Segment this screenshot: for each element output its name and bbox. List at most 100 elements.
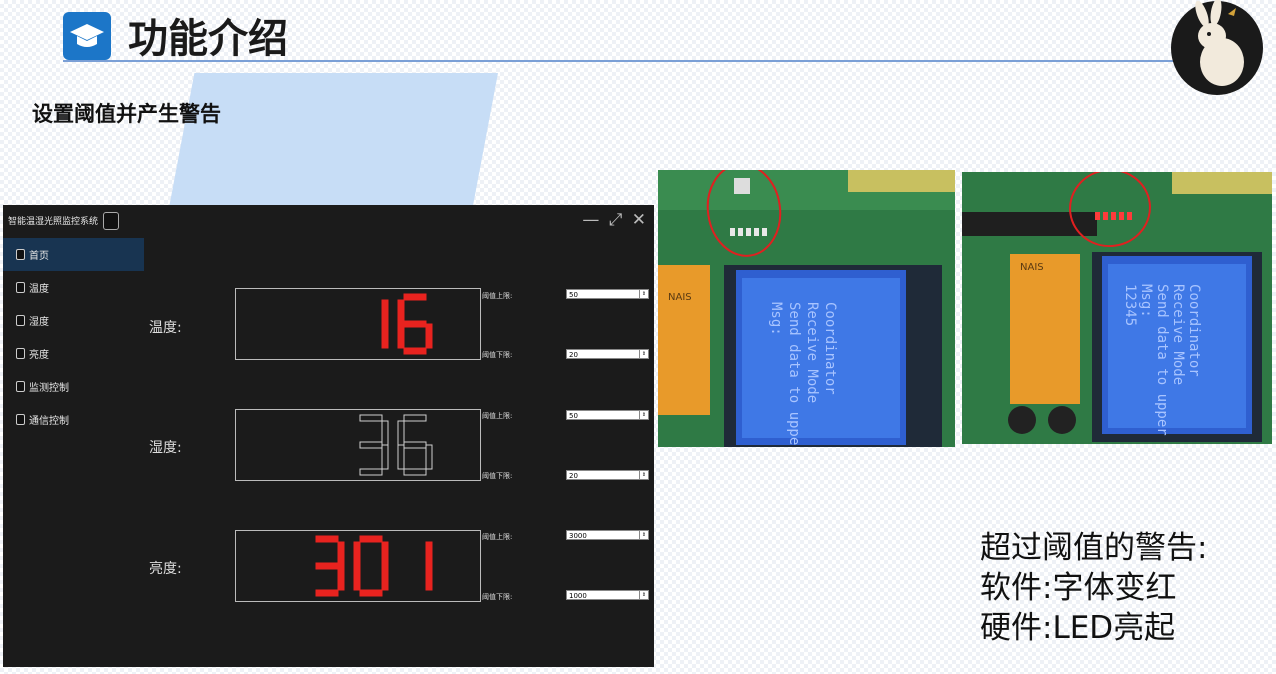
app-window-title: 智能温湿光照监控系统: [8, 217, 99, 227]
spin-arrows-icon[interactable]: ⇕: [639, 591, 648, 599]
caption-line-1: 超过阈值的警告:: [980, 530, 1208, 566]
sidebar-item-home[interactable]: 首页: [3, 238, 144, 271]
lcd-segment: [381, 420, 389, 446]
sidebar-item-monitor-control[interactable]: 监测控制: [3, 370, 144, 403]
sidebar-item-humidity[interactable]: 湿度: [3, 304, 144, 337]
temperature-lower-input[interactable]: 20 ⇕: [566, 349, 649, 359]
lcd-segment: [337, 541, 345, 567]
app-logo-icon: [16, 414, 25, 425]
lcd-line-1: Coordinator: [1186, 284, 1202, 377]
lcd-segment: [353, 541, 361, 567]
sidebar-item-label: 湿度: [29, 317, 49, 328]
lcd-segment: [397, 299, 405, 325]
caption-line-3: 硬件:LED亮起: [980, 610, 1176, 646]
humidity-upper-input[interactable]: 50 ⇕: [566, 410, 649, 420]
sidebar-item-temperature[interactable]: 温度: [3, 271, 144, 304]
spin-value: 50: [569, 291, 578, 299]
lcd-segment: [359, 414, 383, 422]
lcd-segment: [359, 589, 383, 597]
lcd-line-5: 12345: [1122, 284, 1138, 326]
lcd-segment: [397, 420, 405, 446]
title-divider: [63, 60, 1213, 62]
brightness-lcd: [235, 530, 481, 602]
app-logo-icon: [16, 348, 25, 359]
sidebar-item-label: 亮度: [29, 350, 49, 361]
humidity-lower-input[interactable]: 20 ⇕: [566, 470, 649, 480]
app-logo-icon: [103, 212, 119, 230]
app-titlebar: 智能温湿光照监控系统 — ⤢ ✕: [3, 205, 654, 237]
graduation-cap-icon: [63, 12, 111, 60]
spin-value: 1000: [569, 592, 587, 600]
lcd-segment: [403, 320, 427, 328]
app-logo-icon: [16, 249, 25, 260]
spin-arrows-icon[interactable]: ⇕: [639, 471, 648, 479]
relay-label: NAIS: [668, 292, 692, 303]
humidity-label: 湿度:: [149, 440, 182, 456]
hardware-photo-led-on: Coordinator Receive Mode Send data to up…: [962, 172, 1272, 444]
humidity-upper-label: 阈值上限:: [482, 412, 513, 420]
lcd-segment: [315, 589, 339, 597]
lcd-line-4: Msg:: [1138, 284, 1154, 318]
brightness-lcd-digits: [315, 535, 433, 597]
rabbit-logo-icon: [1166, 0, 1268, 96]
temperature-label: 温度:: [149, 320, 182, 336]
temperature-lower-label: 阈值下限:: [482, 351, 513, 359]
sidebar-item-comm-control[interactable]: 通信控制: [3, 403, 144, 436]
sidebar-item-brightness[interactable]: 亮度: [3, 337, 144, 370]
sidebar-item-label: 通信控制: [29, 416, 69, 427]
window-controls[interactable]: — ⤢ ✕: [582, 210, 648, 230]
caption-line-2: 软件:字体变红: [980, 570, 1177, 606]
lcd-segment: [403, 347, 427, 355]
section-subtitle: 设置阈值并产生警告: [32, 102, 221, 126]
spin-value: 50: [569, 412, 578, 420]
lcd-segment: [381, 444, 389, 470]
sidebar: 首页 温度 湿度 亮度 监测控制 通信控制: [3, 237, 144, 667]
sidebar-item-label: 监测控制: [29, 383, 69, 394]
spin-value: 20: [569, 472, 578, 480]
lcd-segment: [425, 323, 433, 349]
sidebar-item-label: 首页: [29, 251, 49, 262]
lcd-segment: [359, 468, 383, 476]
humidity-lcd: [235, 409, 481, 481]
warning-caption: 超过阈值的警告: 软件:字体变红 硬件:LED亮起: [980, 528, 1207, 648]
decorative-shape: [168, 73, 498, 213]
spin-value: 3000: [569, 532, 587, 540]
lcd-segment: [425, 444, 433, 470]
app-logo-icon: [16, 282, 25, 293]
temperature-upper-input[interactable]: 50 ⇕: [566, 289, 649, 299]
brightness-lower-input[interactable]: 1000 ⇕: [566, 590, 649, 600]
lcd-line-3: Send data to upper: [1154, 284, 1170, 436]
hardware-photo-led-off: Coordinator Receive Mode Send data to up…: [658, 170, 955, 447]
lcd-segment: [425, 565, 433, 591]
lcd-segment: [397, 444, 405, 470]
app-logo-icon: [16, 381, 25, 392]
lcd-line-1: Coordinator: [822, 302, 838, 395]
spin-value: 20: [569, 351, 578, 359]
spin-arrows-icon[interactable]: ⇕: [639, 350, 648, 358]
sidebar-item-label: 温度: [29, 284, 49, 295]
lcd-segment: [315, 562, 339, 570]
lcd-segment: [381, 541, 389, 567]
brightness-upper-label: 阈值上限:: [482, 533, 513, 541]
brightness-upper-input[interactable]: 3000 ⇕: [566, 530, 649, 540]
app-logo-icon: [16, 315, 25, 326]
lcd-segment: [359, 535, 383, 543]
humidity-lcd-digits: [359, 414, 433, 476]
temperature-lcd-digits: [381, 293, 433, 355]
lcd-segment: [403, 468, 427, 476]
lcd-line-2: Receive Mode: [1170, 284, 1186, 385]
lcd-segment: [359, 441, 383, 449]
spin-arrows-icon[interactable]: ⇕: [639, 411, 648, 419]
spin-arrows-icon[interactable]: ⇕: [639, 290, 648, 298]
lcd-segment: [315, 535, 339, 543]
lcd-segment: [397, 323, 405, 349]
temperature-lcd: [235, 288, 481, 360]
lcd-line-4: Msg:: [768, 302, 784, 336]
spin-arrows-icon[interactable]: ⇕: [639, 531, 648, 539]
lcd-segment: [425, 541, 433, 567]
monitoring-app-window: 智能温湿光照监控系统 — ⤢ ✕ 首页 温度 湿度 亮度 监测控制 通信控制 温…: [3, 205, 654, 667]
temperature-upper-label: 阈值上限:: [482, 292, 513, 300]
lcd-segment: [337, 565, 345, 591]
page-title: 功能介绍: [128, 16, 288, 62]
lcd-segment: [381, 565, 389, 591]
